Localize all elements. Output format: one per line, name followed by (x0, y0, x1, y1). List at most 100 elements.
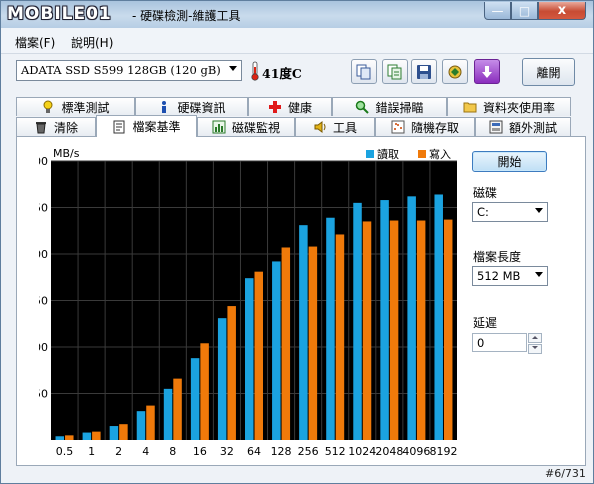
write-bar (281, 247, 291, 440)
extra-test-icon (489, 120, 503, 134)
maximize-button[interactable]: □ (511, 2, 538, 20)
benchmark-chart: 50 100 150 200 250 300 0.5 1 2 4 8 16 32 64 128 256 5121… (39, 147, 457, 458)
save-icon (417, 64, 431, 79)
tab-label: 檔案基準 (132, 120, 181, 134)
x-tick-label: 512 (325, 445, 346, 458)
magnifier-icon (356, 100, 370, 114)
read-bar (353, 202, 362, 440)
start-button[interactable]: 開始 (472, 151, 547, 172)
chevron-down-icon (535, 272, 543, 277)
x-tick-label: 4 (142, 445, 149, 458)
close-button[interactable]: x (538, 2, 586, 20)
minimize-icon: — (491, 3, 504, 18)
y-axis-label: MB/s (53, 147, 80, 160)
delay-label: 延遲 (473, 316, 498, 330)
chevron-down-icon (229, 66, 237, 71)
minimize-button[interactable]: — (484, 2, 511, 20)
tab-label: 錯誤掃瞄 (375, 100, 424, 115)
title-bar: MOBILE01 - 硬碟檢測-維護工具 — □ x (1, 1, 593, 28)
tab-label: 額外測試 (508, 120, 557, 135)
app-logo: MOBILE01 (7, 4, 112, 24)
screenshot-icon (448, 65, 462, 78)
tab-tools[interactable]: 工具 (295, 117, 375, 136)
legend-read-swatch (366, 150, 374, 158)
watermark: #6/731 (545, 467, 586, 480)
legend-write-swatch (418, 150, 426, 158)
write-bar (119, 424, 128, 440)
stepper-up-button[interactable] (528, 333, 542, 343)
stepper-down-button[interactable] (528, 344, 542, 354)
write-bar (200, 343, 209, 440)
folder-icon (463, 102, 477, 113)
write-bar (443, 219, 453, 440)
monitor-chart-icon (212, 120, 226, 134)
copy-text-button[interactable] (382, 59, 408, 84)
write-bar (254, 271, 263, 440)
y-tick-label: 150 (39, 295, 48, 308)
copy-button[interactable] (351, 59, 377, 84)
x-tick-label: 8 (169, 445, 176, 458)
file-length-value: 512 MB (477, 269, 521, 283)
read-bar (299, 225, 308, 440)
write-bar (173, 378, 182, 440)
speaker-icon (314, 121, 326, 133)
tab-label: 硬碟資訊 (177, 100, 226, 115)
trash-icon (35, 122, 46, 134)
write-bar (227, 306, 236, 440)
delay-input[interactable]: 0 (472, 333, 527, 352)
write-bar (92, 431, 101, 440)
exit-button[interactable]: 離開 (522, 58, 575, 86)
tab-health[interactable]: 健康 (248, 97, 332, 116)
file-length-label: 檔案長度 (473, 250, 522, 264)
x-tick-label: 8192 (429, 445, 457, 458)
x-tick-label: 2 (115, 445, 122, 458)
tab-label: 磁碟監視 (231, 120, 280, 135)
menu-help[interactable]: 說明(H) (71, 34, 113, 51)
tab-disk-info[interactable]: 硬碟資訊 (135, 97, 248, 116)
y-tick-label: 250 (39, 202, 48, 215)
save-button[interactable] (411, 59, 437, 84)
x-tick-label: 256 (298, 445, 319, 458)
x-tick-label: 32 (220, 445, 234, 458)
read-bar (82, 432, 92, 440)
thermometer-icon (251, 61, 259, 81)
app-window: MOBILE01 - 硬碟檢測-維護工具 — □ x 檔案(F) 說明(H) A… (0, 0, 594, 484)
legend-read-label: 讀取 (377, 147, 399, 161)
read-bar (109, 426, 119, 440)
tab-file-benchmark[interactable]: 檔案基準 (96, 115, 197, 137)
lightbulb-icon (43, 100, 53, 113)
toolbar: ADATA SSD S599 128GB (120 gB) 41度C 離開 (1, 54, 593, 94)
tab-disk-monitor[interactable]: 磁碟監視 (197, 117, 295, 136)
info-icon (162, 101, 167, 113)
tab-standard-test[interactable]: 標準測試 (16, 97, 135, 116)
delay-stepper[interactable] (528, 333, 542, 354)
read-bar (380, 200, 389, 440)
drive-label: 磁碟 (473, 186, 498, 200)
health-cross-icon (268, 101, 281, 113)
file-benchmark-icon (113, 120, 125, 133)
menu-file[interactable]: 檔案(F) (15, 34, 55, 51)
read-bar (434, 194, 443, 440)
file-length-select[interactable]: 512 MB (472, 266, 548, 286)
screenshot-button[interactable] (442, 59, 468, 84)
drive-select[interactable]: ADATA SSD S599 128GB (120 gB) (16, 60, 242, 81)
download-button[interactable] (474, 59, 500, 84)
tab-folder-usage[interactable]: 資料夾使用率 (447, 97, 571, 116)
chevron-up-icon (532, 336, 538, 339)
drive-letter-select[interactable]: C: (472, 202, 548, 222)
tab-label: 資料夾使用率 (482, 100, 555, 115)
tab-extra-tests[interactable]: 額外測試 (475, 117, 571, 136)
tab-label: 清除 (53, 120, 78, 135)
tab-error-scan[interactable]: 錯誤掃瞄 (332, 97, 447, 116)
y-tick-label: 100 (39, 341, 48, 354)
x-tick-label: 128 (271, 445, 292, 458)
close-icon: x (557, 3, 567, 18)
drive-select-value: ADATA SSD S599 128GB (120 gB) (21, 63, 221, 77)
tab-random-access[interactable]: 隨機存取 (375, 117, 475, 136)
read-bar (217, 318, 227, 440)
read-bar (163, 388, 173, 440)
tab-erase[interactable]: 清除 (16, 117, 96, 136)
write-bar (335, 234, 345, 440)
write-bar (416, 220, 426, 440)
menu-bar: 檔案(F) 說明(H) (1, 28, 593, 54)
